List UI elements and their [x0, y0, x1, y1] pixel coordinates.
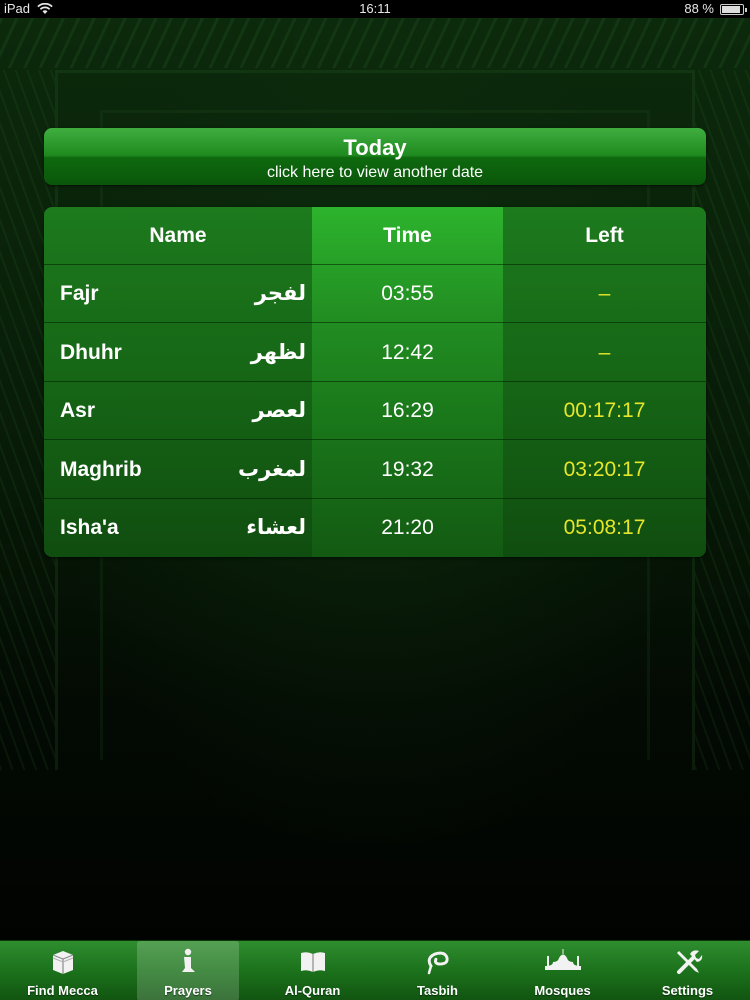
tools-icon [676, 950, 702, 974]
kaaba-icon [52, 951, 73, 974]
table-row: Dhuhr لظهر 12:42 – [44, 324, 706, 382]
prayer-time: 12:42 [381, 341, 434, 364]
date-selector-button[interactable]: Today click here to view another date [44, 128, 706, 185]
mosque-icon [544, 949, 581, 970]
time-left: – [598, 341, 611, 364]
battery-percentage: 88 % [684, 1, 714, 16]
tab-tasbih[interactable]: Tasbih [375, 941, 500, 1000]
background-calligraphy [0, 18, 750, 68]
table-row: Isha'a لعشاء 21:20 05:08:17 [44, 499, 706, 557]
table-row: Asr لعصر 16:29 00:17:17 [44, 382, 706, 440]
prayer-name-arabic: لعشاء [246, 516, 306, 539]
battery-icon [720, 4, 747, 15]
status-bar: iPad 16:11 88 % [0, 0, 750, 18]
tab-label: Al-Quran [284, 983, 341, 998]
time-left: 00:17:17 [563, 399, 646, 422]
tab-mosques[interactable]: Mosques [500, 941, 625, 1000]
date-subtitle: click here to view another date [266, 164, 484, 181]
book-icon [300, 952, 325, 972]
tab-label: Tasbih [417, 983, 458, 998]
time-left: 05:08:17 [563, 516, 646, 539]
tab-label: Prayers [164, 983, 212, 998]
prayer-name-arabic: لعصر [252, 399, 307, 422]
tab-bar: Find Mecca Prayers Al-Quran Tasbih Mosqu… [0, 940, 750, 1000]
tab-label: Find Mecca [27, 983, 98, 998]
tab-al-quran[interactable]: Al-Quran [250, 941, 375, 1000]
prayer-time: 03:55 [381, 282, 434, 305]
prayer-beads-icon [427, 951, 449, 975]
table-header-row: Name Time Left [44, 207, 706, 265]
tab-prayers[interactable]: Prayers [137, 941, 239, 1000]
header-name: Name [149, 224, 207, 247]
prayer-times-table: Name Time Left Fajr لفجر 03:55 – Dhuhr ل… [44, 207, 706, 557]
date-title: Today [343, 135, 407, 160]
time-left: 03:20:17 [563, 458, 646, 481]
header-time: Time [383, 224, 432, 247]
tab-find-mecca[interactable]: Find Mecca [0, 941, 125, 1000]
prayer-icon [182, 948, 195, 972]
tab-settings[interactable]: Settings [625, 941, 750, 1000]
tab-label: Settings [661, 983, 714, 998]
prayer-name-arabic: لمغرب [238, 458, 306, 481]
prayer-time: 19:32 [381, 458, 434, 481]
table-row: Maghrib لمغرب 19:32 03:20:17 [44, 441, 706, 499]
prayer-time: 16:29 [381, 399, 434, 422]
clock: 16:11 [359, 1, 391, 16]
tab-label: Mosques [534, 983, 591, 998]
header-left: Left [585, 224, 624, 247]
prayer-name-arabic: لظهر [250, 341, 306, 364]
prayer-time: 21:20 [381, 516, 434, 539]
prayer-name-arabic: لفجر [254, 282, 306, 305]
time-left: – [598, 282, 611, 305]
table-row: Fajr لفجر 03:55 – [44, 265, 706, 323]
